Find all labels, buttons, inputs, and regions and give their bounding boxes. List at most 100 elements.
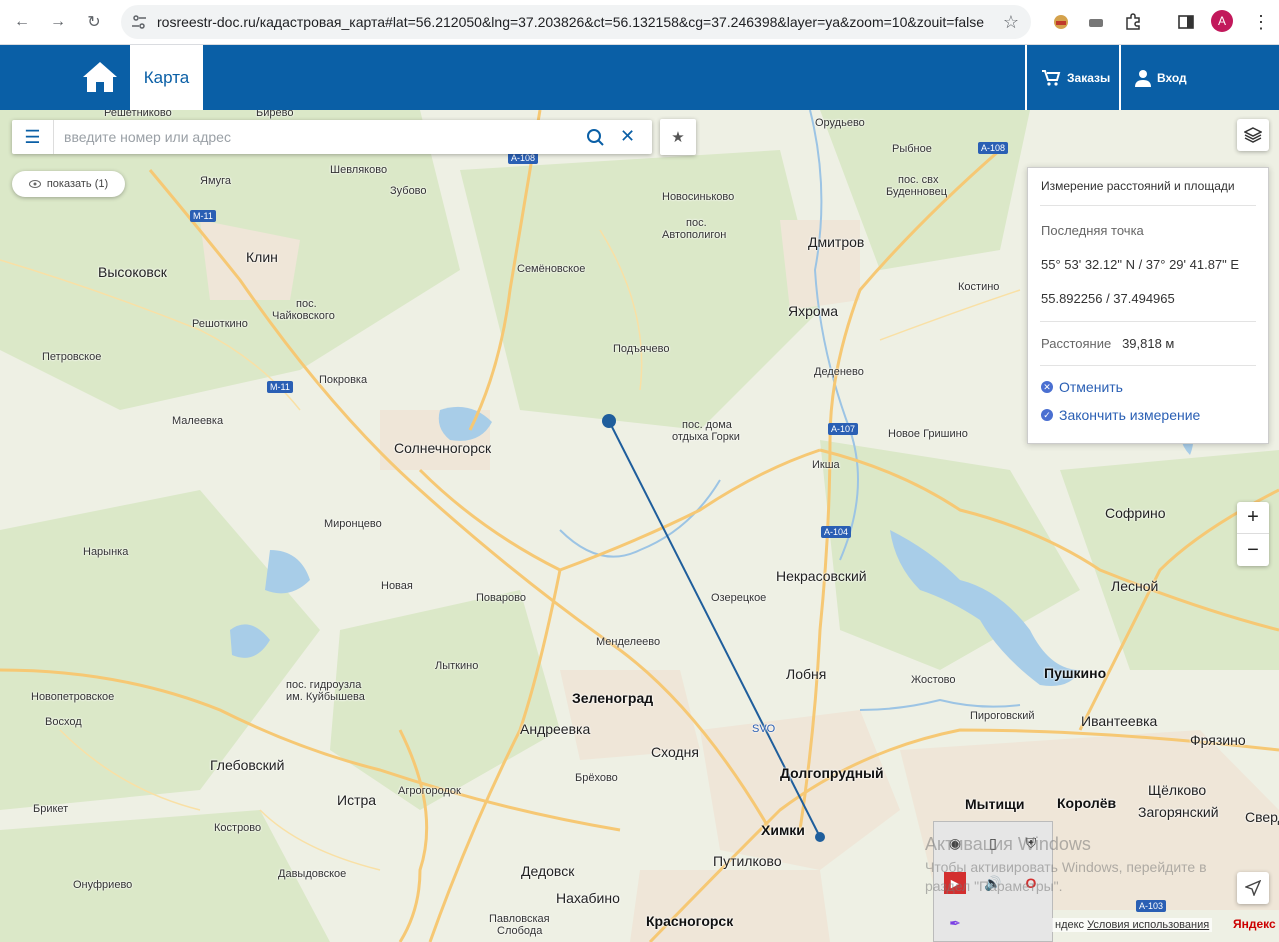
place-label: Фрязино (1190, 732, 1246, 748)
windows-activation-line: раздел "Параметры". (925, 878, 1063, 894)
distance-label: Расстояние (1041, 336, 1112, 351)
show-label: показать (1) (46, 178, 109, 190)
last-point-label: Последняя точка (1041, 223, 1144, 238)
place-label: Путилково (713, 853, 782, 869)
measure-panel: Измерение расстояний и площади Последняя… (1027, 167, 1269, 444)
measure-panel-title: Измерение расстояний и площади (1041, 179, 1235, 193)
distance-value: 39,818 м (1122, 336, 1175, 351)
tab-map[interactable]: Карта (130, 45, 203, 110)
place-label: Кострово (214, 822, 262, 834)
place-label: Дмитров (808, 234, 865, 250)
place-label: Решетниково (104, 110, 172, 119)
place-label: Жостово (911, 674, 956, 686)
zoom-in-button[interactable]: + (1237, 502, 1269, 534)
place-label: Орудьево (815, 117, 865, 129)
place-label: Малеевка (172, 415, 224, 427)
profile-avatar[interactable]: A (1211, 10, 1233, 32)
last-point-dms: 55° 53' 32.12" N / 37° 29' 41.87" E (1041, 257, 1240, 272)
place-label: Менделеево (596, 636, 661, 648)
place-label: Красногорск (646, 913, 734, 929)
place-label: Буденновец (886, 186, 948, 198)
place-label: Рыбное (892, 143, 932, 155)
divider (1040, 365, 1256, 366)
measure-end-point[interactable] (815, 832, 825, 842)
cart-icon (1042, 69, 1061, 86)
cancel-measure-button[interactable]: ✕ Отменить (1041, 379, 1123, 395)
extension-icon-2[interactable] (1085, 11, 1107, 33)
geolocation-icon[interactable] (1237, 872, 1269, 904)
place-label: Ямуга (200, 175, 232, 187)
site-settings-icon[interactable] (131, 14, 147, 30)
place-label: Миронцево (324, 518, 382, 530)
orders-button[interactable]: Заказы (1025, 45, 1113, 110)
place-label: Покровка (319, 374, 368, 386)
zoom-out-button[interactable]: − (1237, 534, 1269, 566)
url-text[interactable]: rosreestr-doc.ru/кадастровая_карта#lat=5… (157, 14, 984, 30)
road-badge: М-11 (190, 210, 216, 222)
place-label: пос. дома (682, 419, 732, 431)
reload-icon[interactable]: ↻ (81, 9, 107, 35)
side-panel-icon[interactable] (1175, 11, 1197, 33)
place-label: Агрогородок (398, 785, 461, 797)
terms-link[interactable]: Условия использования (1087, 919, 1209, 931)
place-label: Химки (761, 822, 805, 838)
place-label: Щёлково (1148, 782, 1207, 798)
zoom-control: + − (1237, 502, 1269, 566)
place-label: Мытищи (965, 796, 1025, 812)
place-label: Зеленоград (572, 690, 654, 706)
place-label: Истра (337, 792, 377, 808)
place-label: Поварово (476, 592, 526, 604)
address-bar[interactable]: rosreestr-doc.ru/кадастровая_карта#lat=5… (121, 5, 1031, 39)
eye-icon (28, 180, 41, 188)
measure-start-point[interactable] (602, 414, 616, 428)
place-label: Лобня (786, 666, 827, 682)
extension-icon[interactable] (1050, 11, 1072, 33)
favorites-star-icon[interactable]: ★ (660, 119, 696, 155)
place-label: Озерецкое (711, 592, 767, 604)
forward-icon[interactable]: → (45, 9, 71, 35)
road-badge: А-103 (1136, 900, 1167, 912)
pen-icon[interactable]: ✒ (944, 912, 966, 934)
extensions-puzzle-icon[interactable] (1122, 11, 1144, 33)
place-label: Костино (958, 281, 1000, 293)
place-label: Андреевка (520, 721, 591, 737)
browser-menu-icon[interactable]: ⋮ (1250, 11, 1272, 33)
back-icon[interactable]: ← (9, 9, 35, 35)
place-label: Пушкино (1044, 665, 1107, 681)
finish-measure-button[interactable]: ✓ Закончить измерение (1041, 407, 1200, 423)
browser-toolbar: ← → ↻ rosreestr-doc.ru/кадастровая_карта… (0, 0, 1279, 45)
show-button[interactable]: показать (1) (12, 171, 125, 197)
bookmark-star-icon[interactable]: ☆ (1003, 12, 1019, 33)
place-label: Подъячево (613, 343, 670, 355)
road-badge: А-104 (821, 526, 852, 538)
orders-label: Заказы (1067, 70, 1111, 85)
home-icon[interactable] (80, 59, 120, 95)
place-label: Загорянский (1138, 804, 1219, 820)
place-label: Высоковск (98, 264, 167, 280)
place-label: пос. свх (898, 174, 939, 186)
place-label: пос. (686, 217, 707, 229)
place-label: им. Куйбышева (286, 691, 365, 703)
place-label: Глебовский (210, 757, 285, 773)
map-canvas[interactable]: Решетниково Бирево Орудьево Рыбное Шевля… (0, 110, 1279, 942)
menu-icon[interactable]: ☰ (12, 120, 54, 154)
search-icon[interactable] (586, 128, 604, 146)
place-label: Клин (246, 249, 278, 265)
login-button[interactable]: Вход (1119, 45, 1279, 110)
place-label: Онуфриево (73, 879, 133, 891)
place-label: Долгопрудный (780, 765, 884, 781)
clear-icon[interactable]: ✕ (620, 126, 635, 147)
check-circle-icon: ✓ (1041, 409, 1053, 421)
road-badge: А-108 (978, 142, 1009, 154)
yandex-logo[interactable]: Яндекс (1233, 917, 1276, 931)
finish-label: Закончить измерение (1059, 407, 1201, 423)
place-label: Ивантеевка (1081, 713, 1158, 729)
layers-icon[interactable] (1237, 119, 1269, 151)
place-label: Новая (381, 580, 413, 592)
place-label: Шевляково (330, 164, 388, 176)
search-input[interactable] (64, 128, 564, 146)
place-label: Петровское (42, 351, 102, 363)
attribution-prefix: ндекс (1055, 919, 1085, 931)
place-label: Семёновское (517, 263, 586, 275)
divider (1040, 321, 1256, 322)
